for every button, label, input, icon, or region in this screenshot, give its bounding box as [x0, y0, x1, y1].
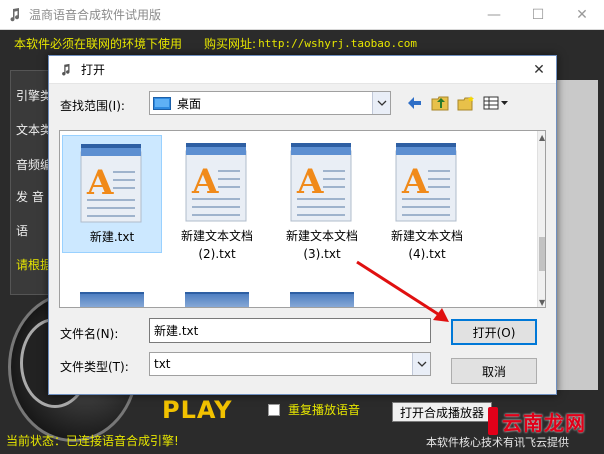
- filetype-value: txt: [154, 357, 171, 371]
- open-player-button[interactable]: 打开合成播放器: [392, 402, 492, 422]
- left-label-audio: 音频编: [16, 158, 53, 172]
- desktop-icon: [153, 96, 171, 110]
- minimize-button[interactable]: —: [472, 0, 516, 30]
- left-label-language: 语: [16, 224, 29, 238]
- text-document-icon: A: [182, 141, 252, 223]
- filename-label: 文件名(N):: [60, 327, 119, 341]
- chevron-down-icon[interactable]: [372, 92, 390, 114]
- scroll-down-icon[interactable]: ▼: [539, 298, 545, 307]
- new-folder-icon[interactable]: [456, 94, 476, 112]
- lookin-dropdown[interactable]: 桌面: [149, 91, 391, 115]
- music-note-icon: [10, 7, 20, 21]
- scrollbar-thumb[interactable]: [539, 237, 545, 271]
- view-menu-icon[interactable]: [482, 94, 510, 112]
- filename-input[interactable]: 新建.txt: [149, 318, 431, 343]
- file-name: 新建.txt: [89, 230, 135, 244]
- text-document-icon: A: [77, 142, 147, 224]
- text-document-icon[interactable]: [290, 292, 354, 307]
- dialog-titlebar: 打开 ✕: [49, 56, 556, 84]
- dialog-toolbar: [404, 94, 510, 112]
- cancel-button[interactable]: 取消: [451, 358, 537, 384]
- play-button[interactable]: PLAY: [162, 396, 233, 424]
- svg-text:A: A: [401, 162, 429, 202]
- repeat-label: 重复播放语音: [288, 403, 361, 417]
- maximize-button[interactable]: ☐: [516, 0, 560, 30]
- text-document-icon: A: [287, 141, 357, 223]
- repeat-toggle[interactable]: 重复播放语音: [268, 401, 360, 418]
- notice-text: 本软件必须在联网的环境下使用: [14, 36, 183, 51]
- file-name: 新建文本文档 (3).txt: [285, 229, 358, 261]
- chevron-down-icon[interactable]: [412, 353, 430, 375]
- right-panel: [556, 80, 598, 390]
- lookin-value: 桌面: [177, 96, 202, 111]
- file-item[interactable]: A 新建文本文档 (3).txt: [272, 135, 372, 263]
- status-text: 当前状态：已连接语音合成引擎!: [6, 434, 179, 448]
- open-button[interactable]: 打开(O): [451, 319, 537, 345]
- open-file-dialog: 打开 ✕ 查找范围(I): 桌面 A 新建.txt A 新建文本文档 (2).t…: [48, 55, 557, 395]
- filetype-dropdown[interactable]: txt: [149, 352, 431, 376]
- lookin-label: 查找范围(I):: [60, 99, 125, 113]
- close-button[interactable]: ✕: [560, 0, 604, 30]
- buy-label: 购买网址:: [204, 36, 257, 51]
- music-note-icon: [62, 63, 70, 75]
- buy-url-link[interactable]: http://wshyrj.taobao.com: [258, 37, 417, 50]
- left-label-text: 文本类: [16, 123, 53, 137]
- dialog-title: 打开: [81, 63, 106, 77]
- text-document-icon[interactable]: [185, 292, 249, 307]
- left-label-hint: 请根据: [16, 258, 53, 272]
- dialog-close-button[interactable]: ✕: [522, 56, 556, 84]
- app-title: 温商语音合成软件试用版: [29, 8, 162, 22]
- filetype-label: 文件类型(T):: [60, 360, 129, 374]
- watermark-text: 云南龙网: [502, 410, 586, 435]
- svg-text:A: A: [296, 162, 324, 202]
- file-list[interactable]: A 新建.txt A 新建文本文档 (2).txt A 新建文本文档 (3).t…: [59, 130, 546, 308]
- back-arrow-icon[interactable]: [404, 94, 424, 112]
- svg-text:A: A: [191, 162, 219, 202]
- text-document-icon: A: [392, 141, 462, 223]
- file-name: 新建文本文档 (4).txt: [390, 229, 463, 261]
- app-titlebar: 温商语音合成软件试用版 — ☐ ✕: [0, 0, 604, 30]
- file-name: 新建文本文档 (2).txt: [180, 229, 253, 261]
- file-item[interactable]: A 新建文本文档 (2).txt: [167, 135, 267, 263]
- left-label-pronounce: 发 音: [16, 190, 44, 204]
- file-list-scrollbar[interactable]: ▲ ▼: [537, 131, 545, 307]
- notice-bar: 本软件必须在联网的环境下使用 购买网址: http://wshyrj.taoba…: [0, 30, 604, 56]
- file-item[interactable]: A 新建文本文档 (4).txt: [377, 135, 477, 263]
- watermark: 云南龙网: [488, 404, 602, 438]
- text-document-icon[interactable]: [80, 292, 144, 307]
- file-item[interactable]: A 新建.txt: [62, 135, 162, 253]
- scroll-up-icon[interactable]: ▲: [539, 133, 545, 142]
- watermark-logo-icon: [488, 407, 498, 435]
- left-label-engine: 引擎类: [16, 89, 53, 103]
- up-folder-icon[interactable]: [430, 94, 450, 112]
- repeat-checkbox[interactable]: [268, 403, 280, 416]
- svg-text:A: A: [86, 163, 114, 203]
